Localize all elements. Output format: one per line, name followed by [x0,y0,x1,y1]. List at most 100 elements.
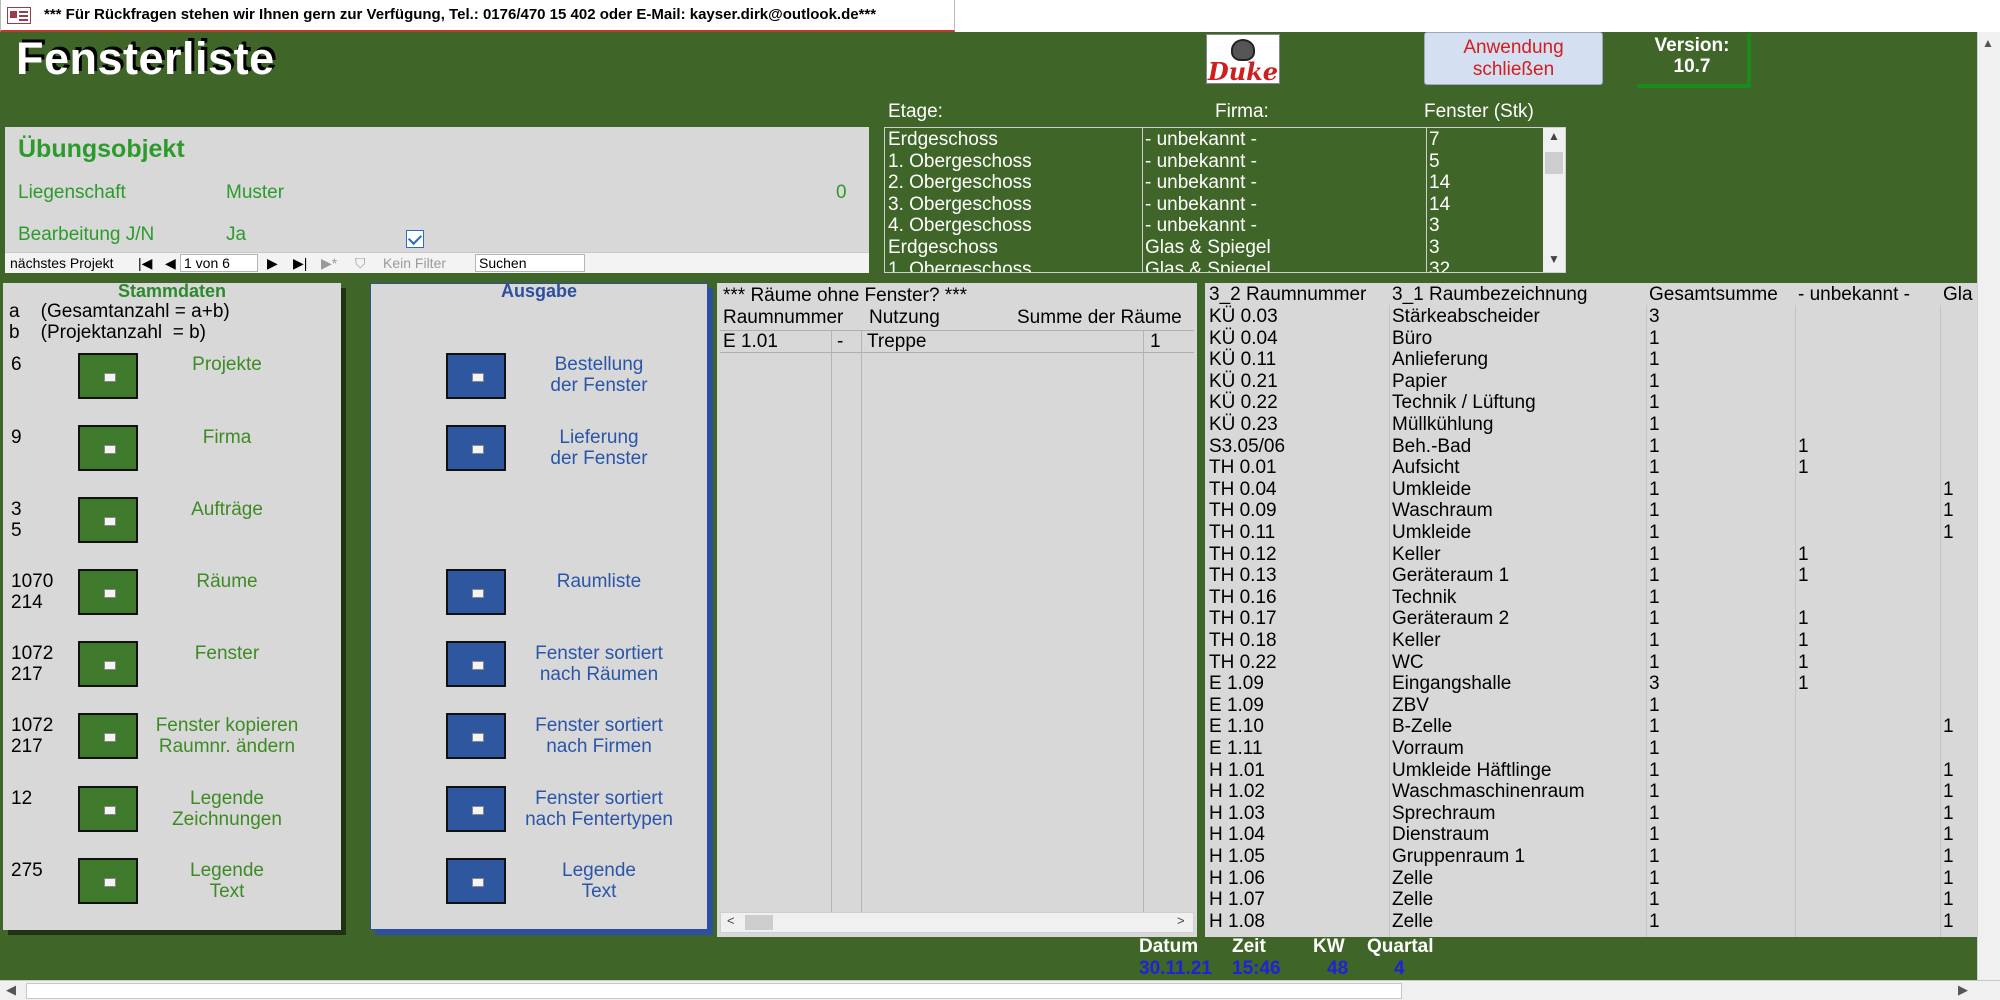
table-cell[interactable]: 1 [1798,608,1809,630]
floor-list-scrollbar[interactable]: ▲ ▼ [1543,128,1565,272]
projekte-button[interactable] [78,353,138,399]
table-cell[interactable]: Waschmaschinenraum [1392,781,1585,803]
table-cell[interactable]: 1 [1649,436,1660,458]
table-cell[interactable]: Zelle [1392,868,1433,890]
table-row[interactable]: TH 0.13 Geräteraum 1 1 1 [1205,565,1977,587]
column-header[interactable]: - unbekannt - [1798,284,1910,306]
bearbeitung-value[interactable]: Ja [226,224,246,246]
vertical-scrollbar[interactable]: ▲ [1977,32,2000,980]
table-row[interactable]: E 1.09 Eingangshalle 3 1 [1205,673,1977,695]
raeume-button[interactable] [78,569,138,615]
next-record-icon[interactable]: ▶ [267,255,278,272]
column-header[interactable]: 3_2 Raumnummer [1209,284,1366,306]
table-row[interactable]: KÜ 0.22 Technik / Lüftung 1 [1205,392,1977,414]
last-record-icon[interactable]: ▶| [293,255,307,272]
table-row[interactable]: KÜ 0.04 Büro 1 [1205,328,1977,350]
bestellung-button[interactable] [446,353,506,399]
table-cell[interactable]: 1 [1943,522,1954,544]
table-cell[interactable]: ZBV [1392,695,1429,717]
table-cell[interactable]: 1 [1649,500,1660,522]
column-header[interactable]: Gesamtsumme [1649,284,1778,306]
table-cell[interactable]: TH 0.22 [1209,652,1277,674]
table-cell[interactable]: Büro [1392,328,1432,350]
list-item[interactable]: Erdgeschoss - unbekannt -7 [885,129,1535,151]
horizontal-scrollbar[interactable]: ◀ ▶ [0,980,2000,1000]
table-cell[interactable]: 1 [1943,846,1954,868]
table-cell[interactable]: 1 [1649,868,1660,890]
table-cell[interactable]: 1 [1649,544,1660,566]
table-cell[interactable]: 1 [1943,824,1954,846]
table-cell[interactable]: E 1.11 [1209,738,1263,760]
table-cell[interactable]: WC [1392,652,1424,674]
table-cell[interactable]: Umkleide [1392,522,1471,544]
table-row[interactable]: KÜ 0.21 Papier 1 [1205,371,1977,393]
table-cell[interactable]: 1 [1649,565,1660,587]
table-cell[interactable]: 1 [1798,457,1809,479]
table-cell[interactable]: 1 [1943,868,1954,890]
table-cell[interactable]: 1 [1649,889,1660,911]
table-cell[interactable]: 1 [1798,544,1809,566]
first-record-icon[interactable]: |◀ [138,255,152,272]
table-cell[interactable]: Beh.-Bad [1392,436,1471,458]
fenster-kopieren-button[interactable] [78,713,138,759]
list-item[interactable]: 4. Obergeschoss - unbekannt -3 [885,215,1535,237]
fenster-nach-firmen-button[interactable] [446,713,506,759]
table-cell[interactable]: 1 [1798,673,1809,695]
table-cell[interactable]: 1 [1943,479,1954,501]
table-cell[interactable]: H 1.02 [1209,781,1265,803]
table-cell[interactable]: Zelle [1392,889,1433,911]
table-cell[interactable]: Waschraum [1392,500,1493,522]
table-cell[interactable]: TH 0.16 [1209,587,1277,609]
legende-zeichnungen-button[interactable] [78,786,138,832]
table-cell[interactable]: Technik / Lüftung [1392,392,1536,414]
table-row[interactable]: E 1.01 - Treppe 1 [720,331,1194,353]
search-field[interactable]: Suchen [475,254,585,272]
table-row[interactable]: TH 0.04 Umkleide 1 1 [1205,479,1977,501]
table-row[interactable]: TH 0.22 WC 1 1 [1205,652,1977,674]
table-cell[interactable]: TH 0.12 [1209,544,1277,566]
table-row[interactable]: TH 0.16 Technik 1 [1205,587,1977,609]
new-record-icon[interactable]: ▶* [321,255,337,272]
table-cell[interactable]: 1 [1649,522,1660,544]
table-cell[interactable]: TH 0.04 [1209,479,1277,501]
table-cell[interactable]: 1 [1943,500,1954,522]
table-cell[interactable]: 1 [1798,436,1809,458]
table-row[interactable]: E 1.09 ZBV 1 [1205,695,1977,717]
table-cell[interactable]: 1 [1943,716,1954,738]
table-cell[interactable]: H 1.04 [1209,824,1265,846]
table-cell[interactable]: Keller [1392,544,1441,566]
table-row[interactable]: H 1.08 Zelle 1 1 [1205,911,1977,933]
table-row[interactable]: KÜ 0.03 Stärkeabscheider 3 [1205,306,1977,328]
rooms-without-windows-scrollbar[interactable]: < > [720,912,1194,933]
table-cell[interactable]: 1 [1649,695,1660,717]
table-cell[interactable]: 1 [1943,803,1954,825]
table-cell[interactable]: 1 [1649,479,1660,501]
table-cell[interactable]: KÜ 0.04 [1209,328,1278,350]
raumliste-button[interactable] [446,569,506,615]
column-header[interactable]: Gla [1943,284,1973,306]
table-cell[interactable]: 1 [1798,565,1809,587]
table-row[interactable]: TH 0.18 Keller 1 1 [1205,630,1977,652]
table-row[interactable]: E 1.11 Vorraum 1 [1205,738,1977,760]
firma-button[interactable] [78,425,138,471]
bearbeitung-checkbox[interactable] [406,230,424,248]
table-row[interactable]: H 1.05 Gruppenraum 1 1 1 [1205,846,1977,868]
table-cell[interactable]: Technik [1392,587,1456,609]
table-cell[interactable]: B-Zelle [1392,716,1452,738]
table-cell[interactable]: 1 [1943,781,1954,803]
table-row[interactable]: H 1.06 Zelle 1 1 [1205,868,1977,890]
list-item[interactable]: 3. Obergeschoss - unbekannt -14 [885,194,1535,216]
table-cell[interactable]: KÜ 0.03 [1209,306,1278,328]
table-row[interactable]: H 1.04 Dienstraum 1 1 [1205,824,1977,846]
table-cell[interactable]: Aufsicht [1392,457,1460,479]
table-cell[interactable]: 1 [1649,803,1660,825]
table-cell[interactable]: 1 [1649,738,1660,760]
table-cell[interactable]: Sprechraum [1392,803,1496,825]
table-cell[interactable]: H 1.07 [1209,889,1265,911]
floor-summary-list[interactable]: Erdgeschoss - unbekannt -7 1. Obergeschos… [884,127,1566,273]
table-cell[interactable]: Stärkeabscheider [1392,306,1540,328]
table-cell[interactable]: 1 [1649,760,1660,782]
table-cell[interactable]: TH 0.18 [1209,630,1277,652]
scroll-left-icon[interactable]: < [727,913,735,928]
table-cell[interactable]: KÜ 0.22 [1209,392,1278,414]
